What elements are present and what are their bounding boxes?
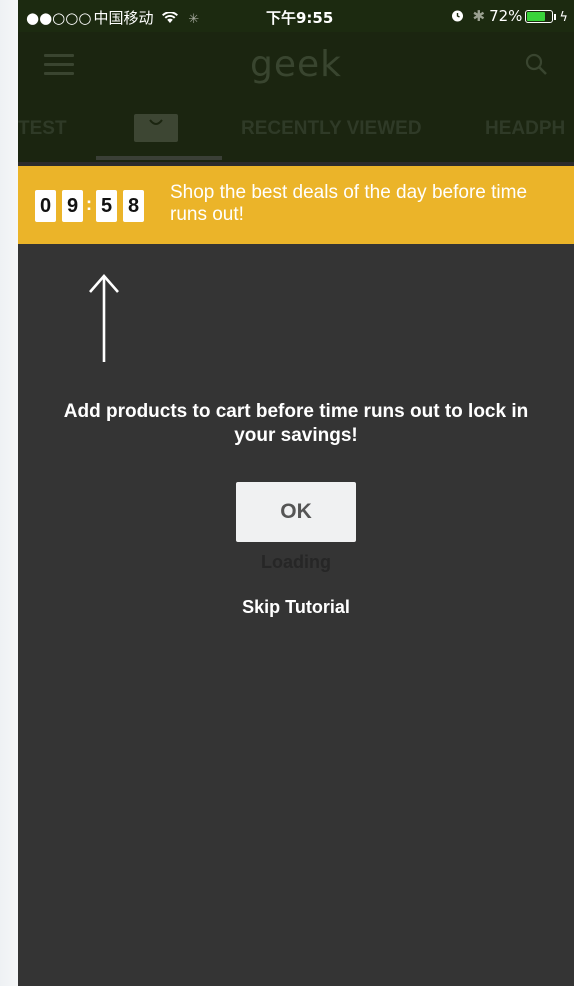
tutorial-message: Add products to cart before time runs ou… [63, 401, 529, 446]
countdown-digit: 9 [62, 190, 83, 222]
tab-test[interactable]: TEST [18, 118, 67, 140]
countdown-separator: : [86, 194, 92, 214]
tab-deals[interactable] [134, 114, 178, 144]
status-time: 下午9:55 [266, 9, 334, 27]
wifi-icon [157, 11, 182, 27]
loading-label: Loading [261, 552, 331, 572]
battery-percent: 72% [489, 7, 523, 25]
battery-icon [525, 10, 554, 23]
status-right: ✱ 72% ϟ [451, 7, 568, 25]
battery-tip [554, 14, 557, 20]
carrier-name: 中国移动 [93, 9, 154, 27]
tab-headphones[interactable]: HEADPH [485, 118, 565, 140]
battery-level [527, 12, 545, 21]
category-tabs: TEST RECENTLY VIEWED HEADPH [18, 96, 574, 162]
alarm-icon [451, 7, 469, 25]
app-header: geek [18, 32, 574, 96]
skip-tutorial-link[interactable]: Skip Tutorial [18, 597, 574, 618]
app-logo: geek [250, 44, 342, 85]
status-bar: ●●○○○ 中国移动 ✳ 下午9:55 ✱ 72% ϟ [18, 0, 574, 32]
deal-message: Shop the best deals of the day before ti… [170, 182, 528, 225]
signal-strength: ●●○○○ [26, 9, 92, 27]
search-icon[interactable] [524, 52, 548, 76]
selected-tab-indicator [96, 156, 222, 160]
up-arrow-icon [84, 272, 124, 364]
countdown-digit: 0 [35, 190, 56, 222]
bluetooth-icon: ✱ [472, 7, 486, 25]
tab-recently-viewed[interactable]: RECENTLY VIEWED [241, 118, 422, 140]
activity-spinner-icon: ✳ [188, 12, 200, 27]
countdown-digit: 5 [96, 190, 117, 222]
app-screen: ●●○○○ 中国移动 ✳ 下午9:55 ✱ 72% ϟ geek TEST RE… [18, 0, 574, 986]
ok-button[interactable]: OK [236, 482, 356, 542]
deal-banner[interactable]: 0 9 : 5 8 Shop the best deals of the day… [18, 166, 574, 244]
shopping-bag-icon [134, 114, 178, 142]
charging-bolt-icon: ϟ [559, 10, 568, 25]
countdown-digit: 8 [123, 190, 144, 222]
status-left: ●●○○○ 中国移动 ✳ [26, 7, 199, 28]
